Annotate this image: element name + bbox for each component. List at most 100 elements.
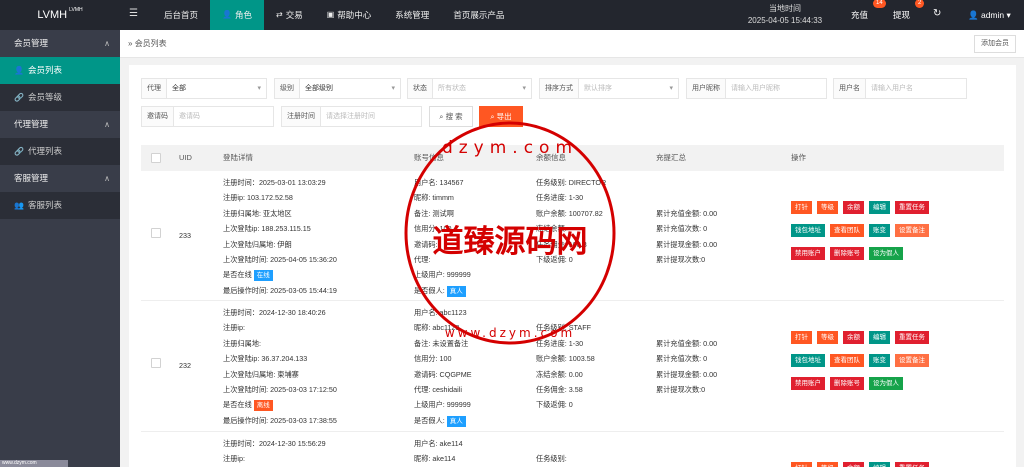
wallet-address-button[interactable]: 钱包地址 — [791, 224, 825, 237]
search-button[interactable]: ⌕ 搜 索 — [429, 106, 473, 127]
account-change-button[interactable]: 账变 — [869, 354, 890, 367]
row-summary: 累计充值金额: 0.00 累计充值次数: 0 累计提现金额: 0.00 累计提现… — [656, 338, 718, 395]
sidebar: 会员管理 ∧ 👤 会员列表 🔗 会员等级 代理管理 ∧ 🔗 代理列表 客服管理 ∧ 👥 客服列… — [0, 30, 120, 467]
row-uid: 233 — [179, 231, 191, 240]
message-icon: ▣ — [326, 10, 335, 19]
withdraw-count-badge: 2 — [915, 0, 925, 8]
menu-toggle-icon[interactable]: ☰ — [129, 8, 138, 19]
register-time-field[interactable]: 注册时间 请选择注册时间 — [281, 106, 422, 127]
username-field[interactable]: 用户名 请输入用户名 — [833, 78, 967, 99]
chevron-up-icon: ∧ — [104, 39, 110, 48]
topnav-home[interactable]: 后台首页 — [152, 0, 210, 30]
sidebar-item-member-level[interactable]: 🔗 会员等级 — [0, 84, 120, 111]
col-summary: 充提汇总 — [656, 153, 686, 162]
level-button[interactable]: 等级 — [817, 201, 838, 214]
search-icon: ⌕ — [490, 112, 495, 121]
topnav-help[interactable]: ▣ 帮助中心 — [315, 0, 384, 30]
refresh-icon[interactable]: ↻ — [933, 8, 941, 19]
inject-button[interactable]: 打针 — [791, 462, 812, 467]
sidebar-item-agent-list[interactable]: 🔗 代理列表 — [0, 138, 120, 165]
bottom-tip: www.dzym.com — [0, 460, 68, 467]
level-select[interactable]: 级别 全部级别 ▾ — [274, 78, 401, 99]
topnav-trade[interactable]: ⇄ 交易 — [264, 0, 315, 30]
topnav-role[interactable]: 👤 角色 — [210, 0, 264, 30]
page-title: 会员列表 — [134, 39, 167, 48]
real-person-badge: 真人 — [446, 415, 466, 427]
row-uid: 232 — [179, 361, 191, 370]
sidebar-group-member[interactable]: 会员管理 ∧ — [0, 30, 120, 57]
view-team-button[interactable]: 查看团队 — [830, 354, 864, 367]
row-checkbox[interactable] — [151, 358, 161, 373]
inject-button[interactable]: 打针 — [791, 201, 812, 214]
delete-account-button[interactable]: 删除账号 — [830, 247, 864, 260]
select-all-checkbox[interactable] — [151, 145, 161, 171]
balance-button[interactable]: 余额 — [843, 331, 864, 344]
delete-account-button[interactable]: 删除账号 — [830, 377, 864, 390]
disable-account-button[interactable]: 禁用账户 — [791, 377, 825, 390]
inject-button[interactable]: 打针 — [791, 331, 812, 344]
sidebar-group-service[interactable]: 客服管理 ∧ — [0, 165, 120, 192]
search-icon: ⌕ — [439, 112, 444, 121]
level-button[interactable]: 等级 — [817, 331, 838, 344]
reset-task-button[interactable]: 重置任务 — [895, 331, 929, 344]
nickname-field[interactable]: 用户昵称 请输入用户昵称 — [686, 78, 827, 99]
account-change-button[interactable]: 账变 — [869, 224, 890, 237]
export-button[interactable]: ⌕ 导出 — [479, 106, 523, 127]
level-button[interactable]: 等级 — [817, 462, 838, 467]
table-header: UID 登陆详情 账号信息 余额信息 充提汇总 操作 — [141, 145, 1004, 171]
row-actions: 打针 等级 余额 编辑 重置任务 钱包地址 查看团队 账变 设置备注 禁用账户 … — [791, 331, 951, 400]
balance-button[interactable]: 余额 — [843, 201, 864, 214]
row-account-info: 用户名: abc1123 昵称: abc1123 备注: 未设置备注 信用分: … — [414, 308, 472, 427]
add-member-button[interactable]: 添加会员 — [974, 35, 1016, 53]
topnav-system[interactable]: 系统管理 — [383, 0, 441, 30]
chevron-down-icon: ▾ — [1006, 10, 1011, 20]
row-summary: 累计充值金额: 0.00 累计充值次数: 0 累计提现金额: 0.00 累计提现… — [656, 208, 718, 265]
user-icon: 👤 — [14, 66, 24, 75]
view-team-button[interactable]: 查看团队 — [830, 224, 864, 237]
sidebar-group-agent[interactable]: 代理管理 ∧ — [0, 111, 120, 138]
wallet-address-button[interactable]: 钱包地址 — [791, 354, 825, 367]
col-account: 账号信息 — [414, 153, 444, 162]
chevron-down-icon: ▾ — [257, 85, 261, 92]
reset-task-button[interactable]: 重置任务 — [895, 462, 929, 467]
row-actions: 打针 等级 余额 编辑 重置任务 钱包地址 查看团队 账变 设置备注 禁用账户 … — [791, 201, 951, 270]
row-login-details: 注册时间：2024-12-30 18:40:26 注册ip: 注册归属地: 上次… — [223, 308, 337, 425]
topnav-products[interactable]: 首页展示产品 — [441, 0, 516, 30]
link-icon: 🔗 — [14, 93, 24, 102]
row-login-details: 注册时间：2025-03-01 13:03:29 注册ip: 103.172.5… — [223, 178, 337, 295]
edit-button[interactable]: 编辑 — [869, 201, 890, 214]
admin-menu[interactable]: 👤 admin ▾ — [968, 0, 1011, 30]
col-login: 登陆详情 — [223, 153, 253, 162]
local-time-label: 当地时间 — [769, 4, 801, 13]
status-select[interactable]: 状态 所有状态 ▾ — [407, 78, 532, 99]
agent-select[interactable]: 代理 全部 ▾ — [141, 78, 267, 99]
row-balance-info: 任务级别: — [536, 454, 567, 464]
row-account-info: 用户名: ake114 昵称: ake114 — [414, 439, 463, 464]
edit-button[interactable]: 编辑 — [869, 462, 890, 467]
set-remark-button[interactable]: 设置备注 — [895, 224, 929, 237]
row-actions: 打针 等级 余额 编辑 重置任务 — [791, 462, 951, 467]
top-nav: 后台首页 👤 角色 ⇄ 交易 ▣ 帮助中心 系统管理 首页展示产品 — [152, 0, 516, 30]
users-icon: 👥 — [14, 201, 24, 210]
set-fake-button[interactable]: 设为假人 — [869, 247, 903, 260]
local-time: 当地时间 2025-04-05 15:44:33 — [730, 0, 840, 27]
invite-code-field[interactable]: 邀请码 邀请码 — [141, 106, 274, 127]
withdraw-link[interactable]: 提现 2 — [893, 0, 925, 30]
set-fake-button[interactable]: 设为假人 — [869, 377, 903, 390]
row-checkbox[interactable] — [151, 228, 161, 243]
set-remark-button[interactable]: 设置备注 — [895, 354, 929, 367]
main-card: 代理 全部 ▾ 级别 全部级别 ▾ 状态 所有状态 ▾ 排序方式 默认排序 ▾ 用户昵称… — [129, 65, 1016, 467]
sidebar-item-service-list[interactable]: 👥 客服列表 — [0, 192, 120, 219]
exchange-icon: ⇄ — [276, 10, 283, 19]
reset-task-button[interactable]: 重置任务 — [895, 201, 929, 214]
chevron-down-icon: ▾ — [522, 85, 526, 92]
breadcrumb-bar: » 会员列表 添加会员 — [120, 30, 1024, 58]
recharge-link[interactable]: 充值 14 — [851, 0, 886, 30]
edit-button[interactable]: 编辑 — [869, 331, 890, 344]
sort-select[interactable]: 排序方式 默认排序 ▾ — [539, 78, 679, 99]
table-row: 注册时间：2024-12-30 15:56:29 注册ip: 用户名: ake1… — [141, 432, 1004, 467]
balance-button[interactable]: 余额 — [843, 462, 864, 467]
disable-account-button[interactable]: 禁用账户 — [791, 247, 825, 260]
sidebar-item-member-list[interactable]: 👤 会员列表 — [0, 57, 120, 84]
app-logo[interactable]: LVMH LVMH — [0, 0, 120, 30]
